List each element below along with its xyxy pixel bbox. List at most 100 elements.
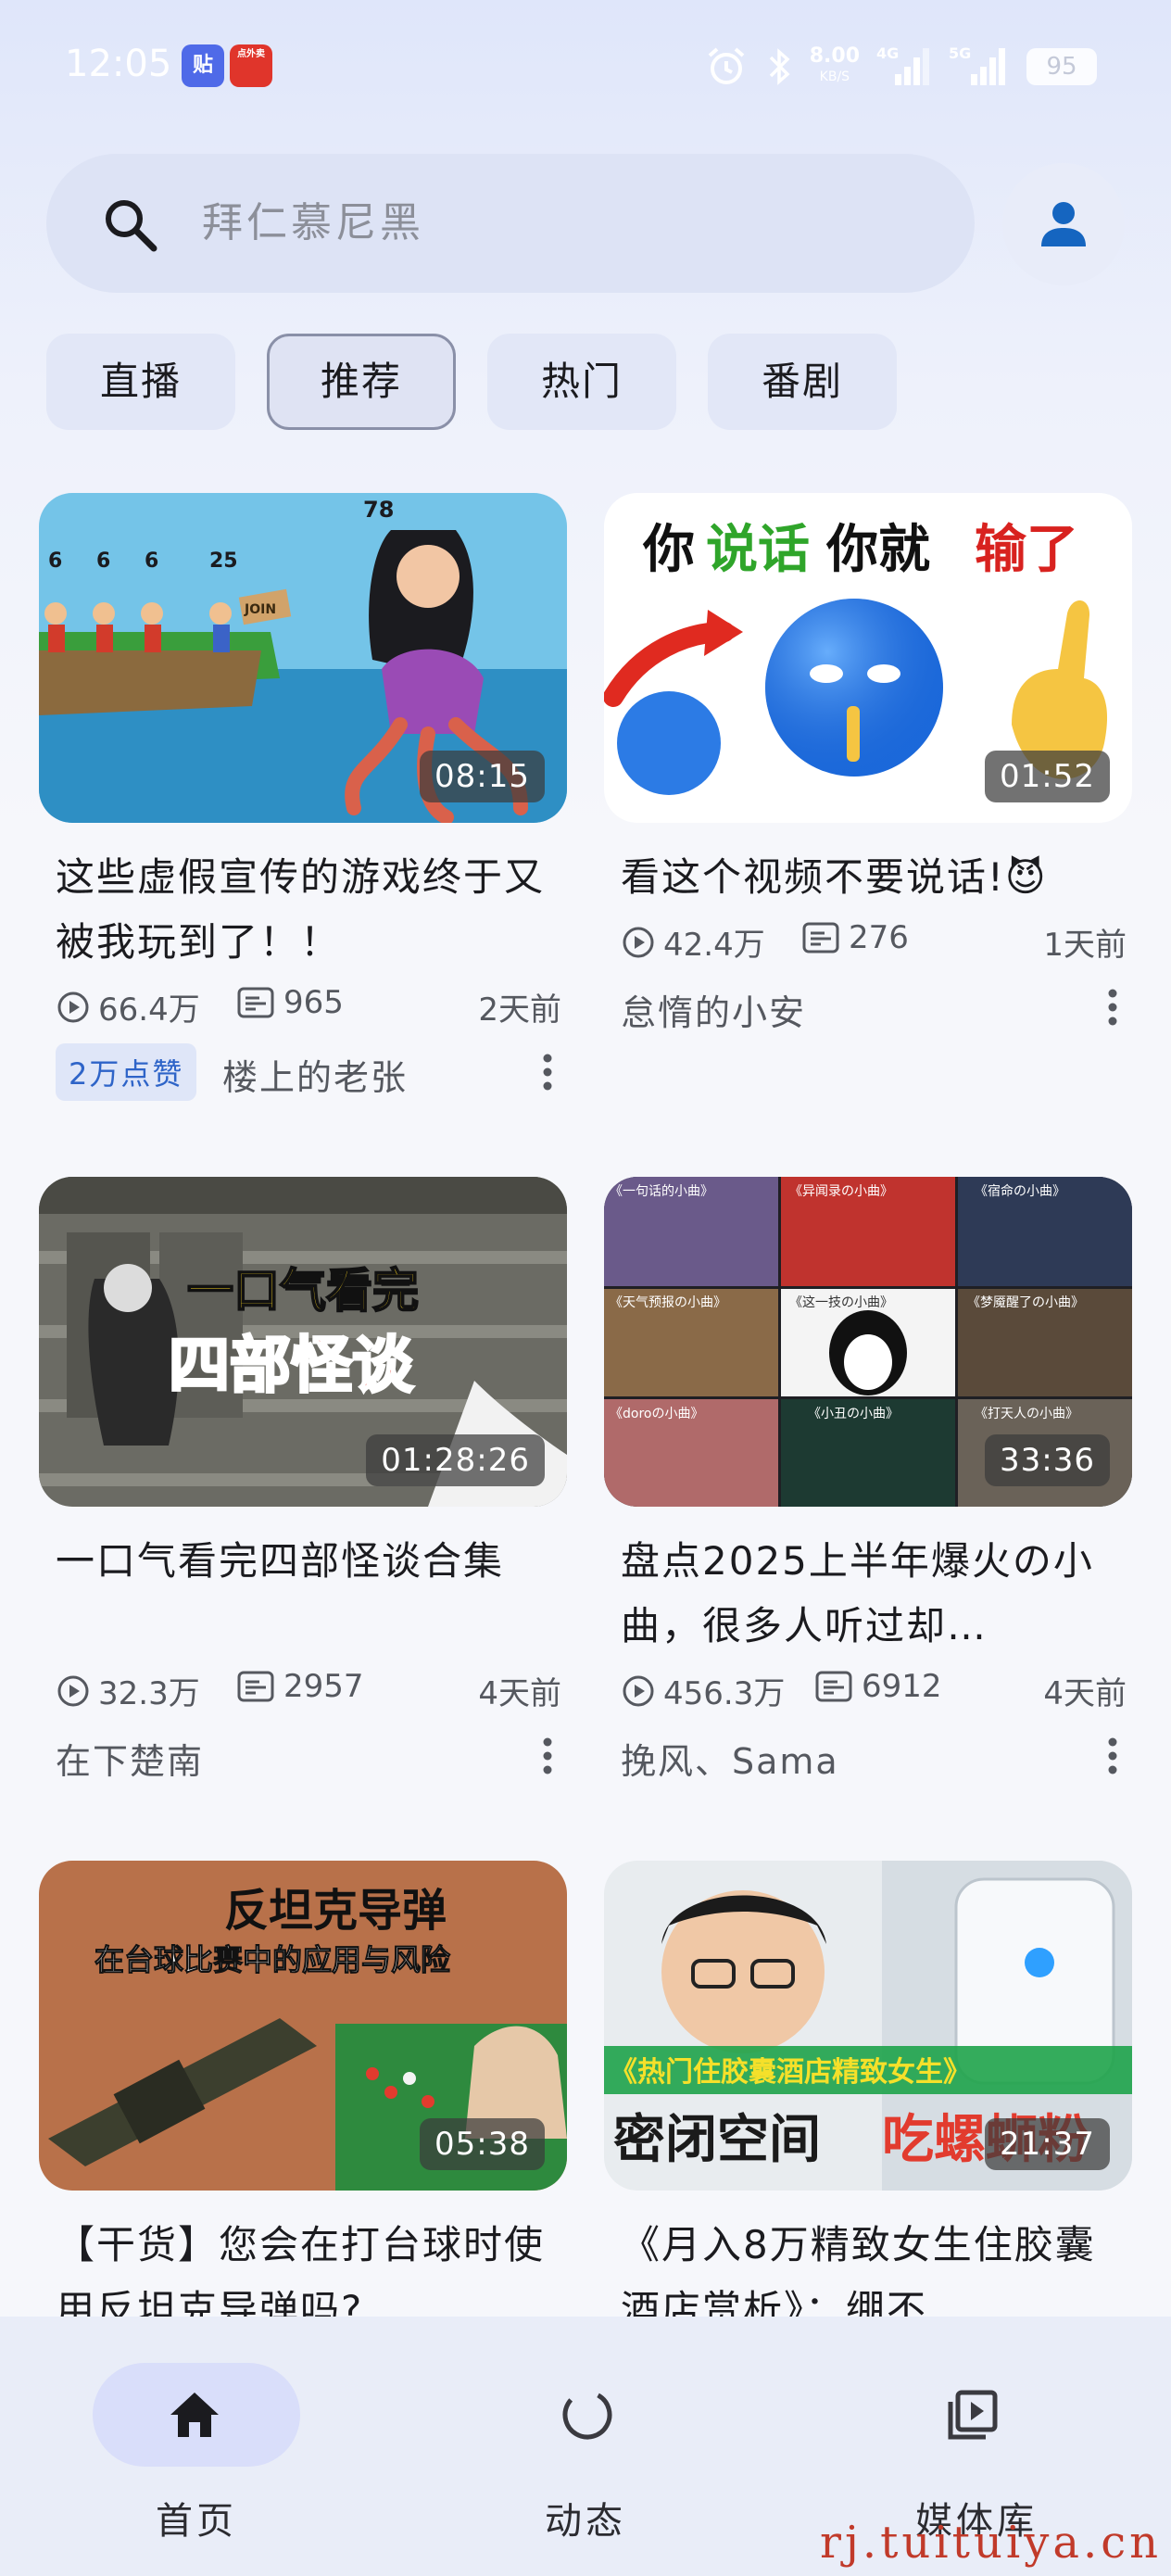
signal-icon xyxy=(895,48,929,85)
thumb-text: 《异闻录の小曲》 xyxy=(789,1184,893,1199)
play-count-icon xyxy=(623,927,654,957)
person-icon xyxy=(1041,202,1086,246)
video-title[interactable]: 看这个视频不要说话!😈 xyxy=(621,845,1121,910)
thumb-text: 《这一技の小曲》 xyxy=(789,1294,893,1310)
play-count-icon xyxy=(57,1675,89,1706)
video-thumbnail[interactable]: 一口气看完 四部怪谈 01:28:26 xyxy=(39,1177,567,1507)
tab-hot[interactable]: 热门 xyxy=(487,334,676,430)
takeout-app-icon: 点外卖 xyxy=(230,44,272,87)
signal-4g: 4G xyxy=(876,44,932,89)
search-icon xyxy=(106,200,157,252)
video-title[interactable]: 《月入8万精致女生住胶囊酒店赏析》：绷不… xyxy=(621,2213,1121,2317)
view-count-text: 32.3万 xyxy=(98,1675,200,1712)
video-duration: 05:38 xyxy=(420,2118,545,2170)
danmaku-count-text: 6912 xyxy=(862,1668,942,1705)
view-count: 66.4万 xyxy=(56,984,200,1029)
tab-recommended[interactable]: 推荐 xyxy=(267,334,456,430)
danmaku-count-text: 2957 xyxy=(283,1668,364,1705)
thumb-text: 输了 xyxy=(975,520,1078,580)
thumb-text: 说话 xyxy=(706,520,810,580)
network-speed-unit: KB/S xyxy=(819,69,850,84)
author-row: 2万点赞 楼上的老张 xyxy=(56,1043,574,1101)
danmaku-count: 2957 xyxy=(237,1668,364,1705)
video-meta: 32.3万 2957 4天前 xyxy=(56,1668,574,1714)
video-thumbnail[interactable]: 《一句话的小曲》 《异闻录の小曲》 《宿命の小曲》 《天气预报の小曲》 《这一技… xyxy=(604,1177,1132,1507)
takeout-app-label: 点外卖 xyxy=(237,49,265,59)
video-title[interactable]: 一口气看完四部怪谈合集 xyxy=(56,1529,556,1594)
bluetooth-icon xyxy=(769,48,790,85)
video-title[interactable]: 这些虚假宣传的游戏终于又被我玩到了！！ xyxy=(56,845,556,975)
view-count: 456.3万 xyxy=(621,1668,785,1713)
alarm-icon xyxy=(708,47,745,84)
nav-activity[interactable]: 动态 xyxy=(447,2363,724,2548)
view-count: 42.4万 xyxy=(621,919,765,965)
video-card[interactable]: 一口气看完 四部怪谈 01:28:26 一口气看完四部怪谈合集 32.3万 29… xyxy=(39,1177,567,1825)
view-count-text: 42.4万 xyxy=(663,927,765,964)
danmaku-icon xyxy=(237,987,274,1018)
play-count-icon xyxy=(57,991,89,1022)
danmaku-count-text: 965 xyxy=(283,984,344,1021)
view-count-text: 66.4万 xyxy=(98,991,200,1029)
home-icon xyxy=(170,2393,219,2437)
video-card[interactable]: 《热门住胶囊酒店精致女生》 密闭空间 吃螺蛳粉 21:37 《月入8万精致女生住… xyxy=(604,1861,1132,2317)
more-options-icon[interactable] xyxy=(541,1053,554,1092)
thumb-text: 在台球比赛中的应用与风险 xyxy=(94,1942,451,1977)
video-meta: 456.3万 6912 4天前 xyxy=(621,1668,1140,1714)
video-thumbnail[interactable]: 反坦克导弹 在台球比赛中的应用与风险 05:38 xyxy=(39,1861,567,2191)
more-options-icon[interactable] xyxy=(541,1736,554,1775)
thumb-text: 《doroの小曲》 xyxy=(610,1407,703,1421)
watermark: rj.tuituiya.cn xyxy=(820,2517,1162,2569)
author-name[interactable]: 挽风、Sama xyxy=(621,1733,839,1784)
status-bar: 12:05 贴 点外卖 8.00 KB/S 4G 5G 95 xyxy=(0,0,1171,139)
view-count-text: 456.3万 xyxy=(663,1675,786,1712)
video-card[interactable]: 反坦克导弹 在台球比赛中的应用与风险 05:38 【干货】您会在打台球时使用反坦… xyxy=(39,1861,567,2317)
status-icons: 8.00 KB/S 4G 5G 95 xyxy=(704,41,1097,93)
author-row: 挽风、Sama xyxy=(621,1727,1140,1783)
thumb-text: 《小丑の小曲》 xyxy=(808,1407,899,1421)
video-thumbnail[interactable]: 6 6 6 25 78 JOIN 08:15 xyxy=(39,493,567,823)
avatar-button[interactable] xyxy=(1002,163,1125,285)
danmaku-count: 276 xyxy=(802,919,909,956)
author-name[interactable]: 在下楚南 xyxy=(56,1733,204,1784)
nav-home-label: 首页 xyxy=(156,2500,237,2543)
video-duration: 01:28:26 xyxy=(366,1434,545,1486)
video-card[interactable]: 6 6 6 25 78 JOIN 08:15 这些虚假宣传的游戏终于又被我玩到了… xyxy=(39,493,567,1142)
view-count: 32.3万 xyxy=(56,1668,200,1713)
tieba-app-icon: 贴 xyxy=(182,44,224,87)
thumb-text: 《梦魇醒了の小曲》 xyxy=(967,1295,1084,1310)
video-thumbnail[interactable]: 《热门住胶囊酒店精致女生》 密闭空间 吃螺蛳粉 21:37 xyxy=(604,1861,1132,2191)
tab-live[interactable]: 直播 xyxy=(46,334,235,430)
search-bar[interactable]: 拜仁慕尼黑 xyxy=(46,154,975,293)
thumb-text: 你就 xyxy=(825,520,930,580)
thumb-text: 四部怪谈 xyxy=(169,1330,414,1401)
search-input[interactable]: 拜仁慕尼黑 xyxy=(202,154,424,293)
author-name[interactable]: 楼上的老张 xyxy=(222,1049,408,1100)
thumb-text: 密闭空间 xyxy=(613,2110,821,2170)
video-thumbnail[interactable]: 你 说话 你就 输了 01:52 xyxy=(604,493,1132,823)
thumb-text: 《打天人の小曲》 xyxy=(975,1406,1078,1421)
nav-home[interactable]: 首页 xyxy=(46,2363,324,2548)
activity-icon xyxy=(562,2390,612,2440)
publish-date: 2天前 xyxy=(478,991,561,1029)
video-duration: 33:36 xyxy=(985,1434,1110,1486)
danmaku-count: 6912 xyxy=(815,1668,942,1705)
video-title[interactable]: 【干货】您会在打台球时使用反坦克导弹吗? xyxy=(56,2213,556,2317)
more-options-icon[interactable] xyxy=(1106,988,1119,1027)
video-duration: 21:37 xyxy=(985,2118,1110,2170)
danmaku-icon xyxy=(802,922,839,953)
video-duration: 01:52 xyxy=(985,751,1110,802)
thumb-text: 6 xyxy=(96,549,110,573)
video-card[interactable]: 你 说话 你就 输了 01:52 看这个视频不要说话!😈 42.4万 276 1… xyxy=(604,493,1132,1142)
video-card[interactable]: 《一句话的小曲》 《异闻录の小曲》 《宿命の小曲》 《天气预报の小曲》 《这一技… xyxy=(604,1177,1132,1825)
battery-icon: 95 xyxy=(1026,48,1097,85)
danmaku-count: 965 xyxy=(237,984,344,1021)
author-name[interactable]: 怠惰的小安 xyxy=(621,984,806,1035)
thumb-text: 一口气看完 xyxy=(187,1264,419,1318)
thumb-text: 《热门住胶囊酒店精致女生》 xyxy=(610,2056,971,2089)
author-row: 在下楚南 xyxy=(56,1727,574,1783)
more-options-icon[interactable] xyxy=(1106,1736,1119,1775)
library-icon xyxy=(948,2390,998,2440)
tab-anime[interactable]: 番剧 xyxy=(708,334,897,430)
video-title[interactable]: 盘点2025上半年爆火の小曲，很多人听过却… xyxy=(621,1529,1121,1659)
thumb-text: 《宿命の小曲》 xyxy=(975,1183,1065,1199)
